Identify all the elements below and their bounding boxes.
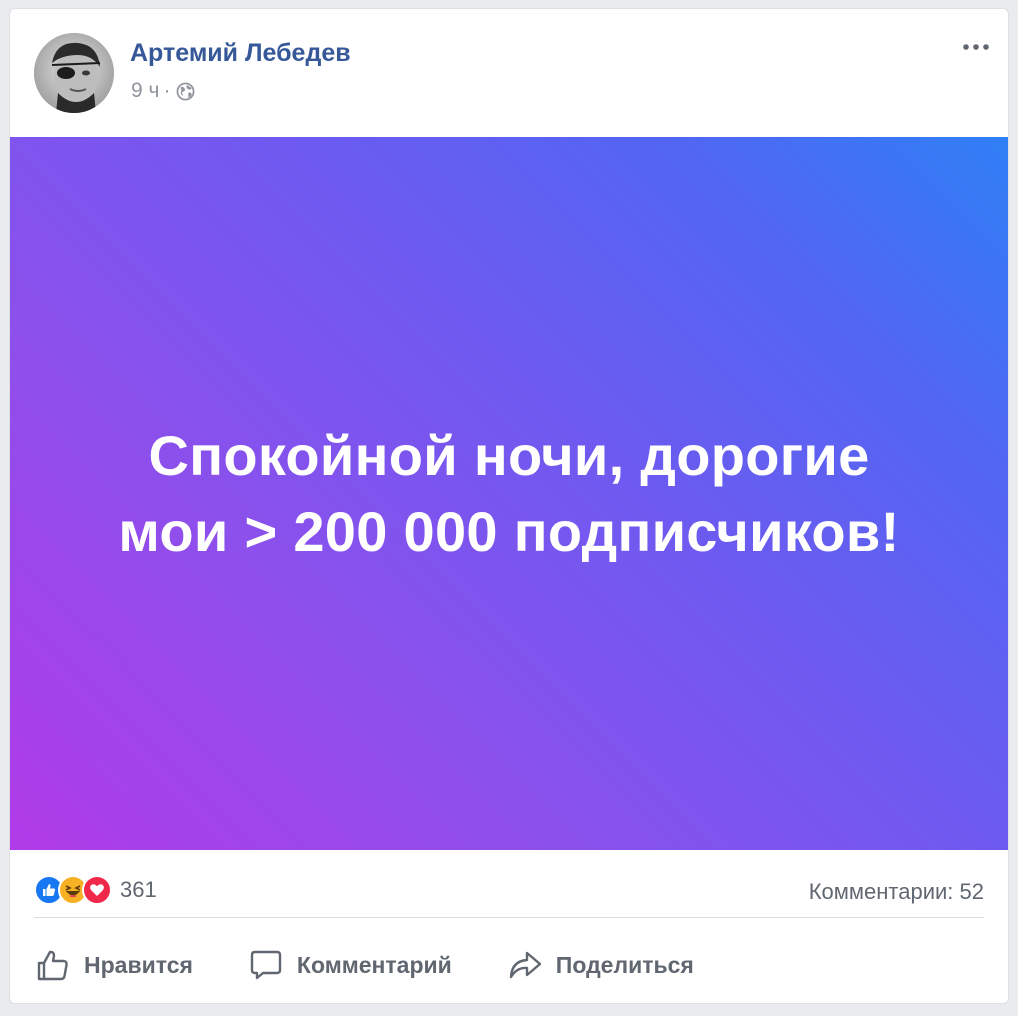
post-card: Артемий Лебедев 9 ч · Спокойной ночи, до… bbox=[9, 8, 1009, 1004]
post-stats: 361 Комментарии: 52 bbox=[34, 869, 984, 918]
share-icon bbox=[506, 946, 544, 984]
reaction-count[interactable]: 361 bbox=[120, 877, 157, 903]
globe-icon[interactable] bbox=[176, 82, 195, 101]
post-timestamp[interactable]: 9 ч bbox=[131, 79, 159, 103]
post-meta: 9 ч · bbox=[131, 79, 195, 103]
like-button[interactable]: Нравится bbox=[34, 946, 193, 984]
share-button[interactable]: Поделиться bbox=[506, 946, 694, 984]
author-name-link[interactable]: Артемий Лебедев bbox=[130, 39, 351, 68]
meta-separator: · bbox=[163, 79, 171, 102]
post-actions: Нравится Комментарий Поделиться bbox=[34, 933, 984, 997]
like-label: Нравится bbox=[84, 951, 193, 978]
comments-count-link[interactable]: Комментарии: 52 bbox=[809, 879, 984, 905]
comment-label: Комментарий bbox=[296, 951, 452, 978]
post-text: Спокойной ночи, дорогие мои > 200 000 по… bbox=[118, 423, 900, 563]
share-label: Поделиться bbox=[555, 951, 694, 978]
reactions-summary[interactable]: 361 bbox=[34, 875, 157, 905]
comment-icon bbox=[247, 946, 285, 984]
more-options-button[interactable] bbox=[960, 37, 992, 57]
comment-button[interactable]: Комментарий bbox=[247, 946, 452, 984]
love-icon bbox=[82, 875, 112, 905]
more-icon bbox=[963, 44, 989, 50]
post-header: Артемий Лебедев 9 ч · bbox=[10, 9, 1008, 137]
author-avatar[interactable] bbox=[34, 33, 114, 113]
post-background-text[interactable]: Спокойной ночи, дорогие мои > 200 000 по… bbox=[10, 137, 1008, 850]
thumbs-up-icon bbox=[34, 946, 72, 984]
avatar-portrait-icon bbox=[34, 33, 114, 113]
